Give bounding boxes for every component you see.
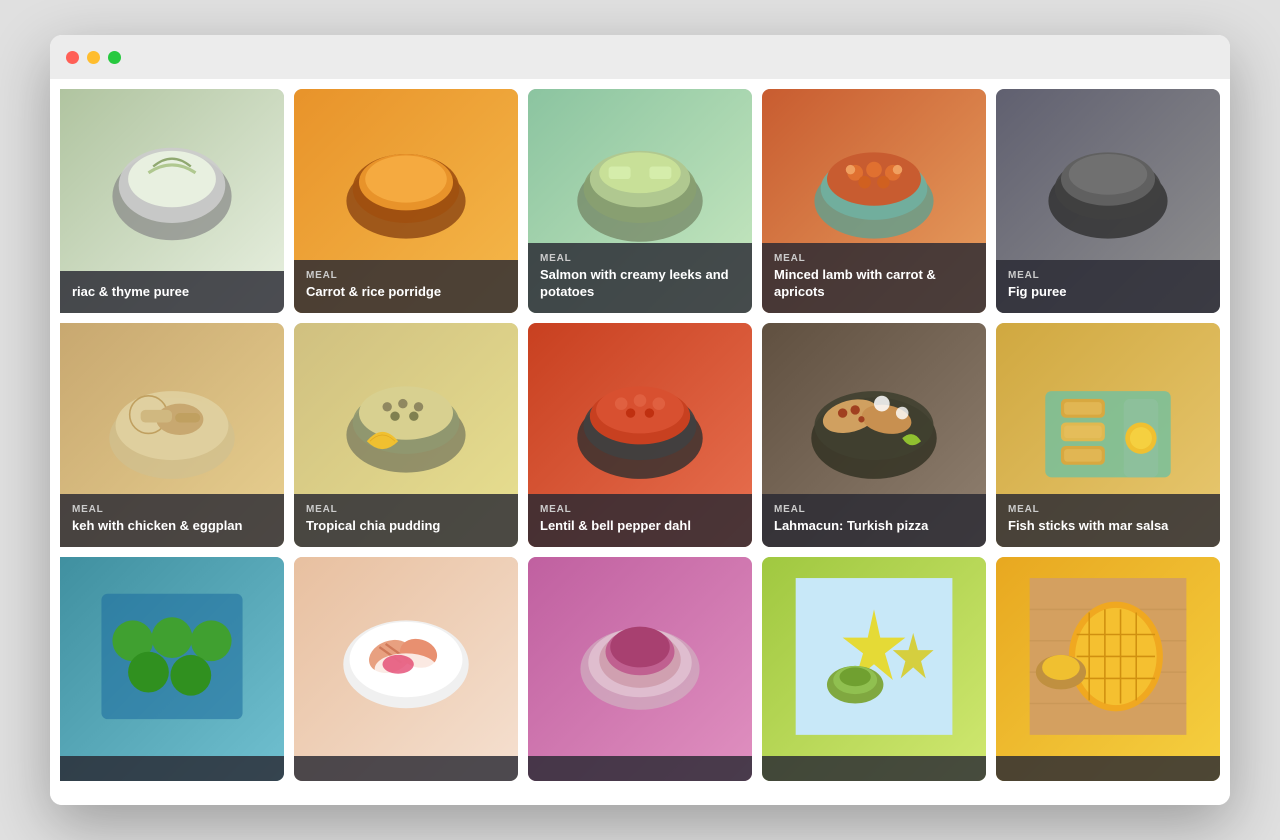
meal-title: riac & thyme puree bbox=[72, 284, 272, 301]
meal-title: Tropical chia pudding bbox=[306, 518, 506, 535]
meal-title: Fig puree bbox=[1008, 284, 1208, 301]
meal-overlay-peach bbox=[294, 756, 518, 781]
meal-card-fishsticks[interactable]: MEAL Fish sticks with mar salsa bbox=[996, 323, 1220, 547]
meal-overlay-mango bbox=[996, 756, 1220, 781]
meal-card-celeriac[interactable]: riac & thyme puree bbox=[60, 89, 284, 313]
title-bar bbox=[50, 35, 1230, 79]
meal-overlay-beet bbox=[528, 756, 752, 781]
meal-overlay-lentil: MEAL Lentil & bell pepper dahl bbox=[528, 494, 752, 547]
meal-card-lamb[interactable]: MEAL Minced lamb with carrot & apricots bbox=[762, 89, 986, 313]
meal-overlay-lamb: MEAL Minced lamb with carrot & apricots bbox=[762, 243, 986, 313]
meal-label: MEAL bbox=[72, 504, 272, 515]
meal-overlay-chicken: MEAL keh with chicken & eggplan bbox=[60, 494, 284, 547]
meal-card-peach[interactable] bbox=[294, 557, 518, 781]
meal-card-green-bites[interactable] bbox=[60, 557, 284, 781]
meal-label: MEAL bbox=[306, 504, 506, 515]
meal-title: keh with chicken & eggplan bbox=[72, 518, 272, 535]
meal-overlay-chia: MEAL Tropical chia pudding bbox=[294, 494, 518, 547]
meal-title: Lentil & bell pepper dahl bbox=[540, 518, 740, 535]
maximize-button[interactable] bbox=[108, 51, 121, 64]
meal-overlay-salmon: MEAL Salmon with creamy leeks and potato… bbox=[528, 243, 752, 313]
meal-title: Fish sticks with mar salsa bbox=[1008, 518, 1208, 535]
meal-overlay-fig: MEAL Fig puree bbox=[996, 260, 1220, 313]
meal-card-beet[interactable] bbox=[528, 557, 752, 781]
meal-overlay-lahmacun: MEAL Lahmacun: Turkish pizza bbox=[762, 494, 986, 547]
meal-overlay-fishsticks: MEAL Fish sticks with mar salsa bbox=[996, 494, 1220, 547]
content-area[interactable]: riac & thyme puree MEAL Carrot & rice po… bbox=[50, 79, 1230, 805]
meal-overlay-green-bites bbox=[60, 756, 284, 781]
close-button[interactable] bbox=[66, 51, 79, 64]
minimize-button[interactable] bbox=[87, 51, 100, 64]
meal-grid: riac & thyme puree MEAL Carrot & rice po… bbox=[60, 89, 1220, 781]
meal-card-fig[interactable]: MEAL Fig puree bbox=[996, 89, 1220, 313]
meal-label: MEAL bbox=[1008, 270, 1208, 281]
meal-overlay-starfruit bbox=[762, 756, 986, 781]
meal-title: Lahmacun: Turkish pizza bbox=[774, 518, 974, 535]
meal-card-lahmacun[interactable]: MEAL Lahmacun: Turkish pizza bbox=[762, 323, 986, 547]
meal-card-lentil[interactable]: MEAL Lentil & bell pepper dahl bbox=[528, 323, 752, 547]
meal-card-starfruit[interactable] bbox=[762, 557, 986, 781]
meal-label: MEAL bbox=[306, 270, 506, 281]
meal-title: Carrot & rice porridge bbox=[306, 284, 506, 301]
meal-label: MEAL bbox=[1008, 504, 1208, 515]
meal-card-chicken[interactable]: MEAL keh with chicken & eggplan bbox=[60, 323, 284, 547]
meal-card-carrot-rice[interactable]: MEAL Carrot & rice porridge bbox=[294, 89, 518, 313]
meal-overlay-celeriac: riac & thyme puree bbox=[60, 271, 284, 313]
meal-label: MEAL bbox=[540, 253, 740, 264]
meal-title: Minced lamb with carrot & apricots bbox=[774, 267, 974, 301]
meal-title: Salmon with creamy leeks and potatoes bbox=[540, 267, 740, 301]
browser-window: riac & thyme puree MEAL Carrot & rice po… bbox=[50, 35, 1230, 805]
meal-label: MEAL bbox=[540, 504, 740, 515]
meal-label: MEAL bbox=[774, 504, 974, 515]
meal-card-salmon[interactable]: MEAL Salmon with creamy leeks and potato… bbox=[528, 89, 752, 313]
meal-card-mango[interactable] bbox=[996, 557, 1220, 781]
meal-label: MEAL bbox=[774, 253, 974, 264]
meal-overlay-carrot-rice: MEAL Carrot & rice porridge bbox=[294, 260, 518, 313]
meal-card-chia[interactable]: MEAL Tropical chia pudding bbox=[294, 323, 518, 547]
